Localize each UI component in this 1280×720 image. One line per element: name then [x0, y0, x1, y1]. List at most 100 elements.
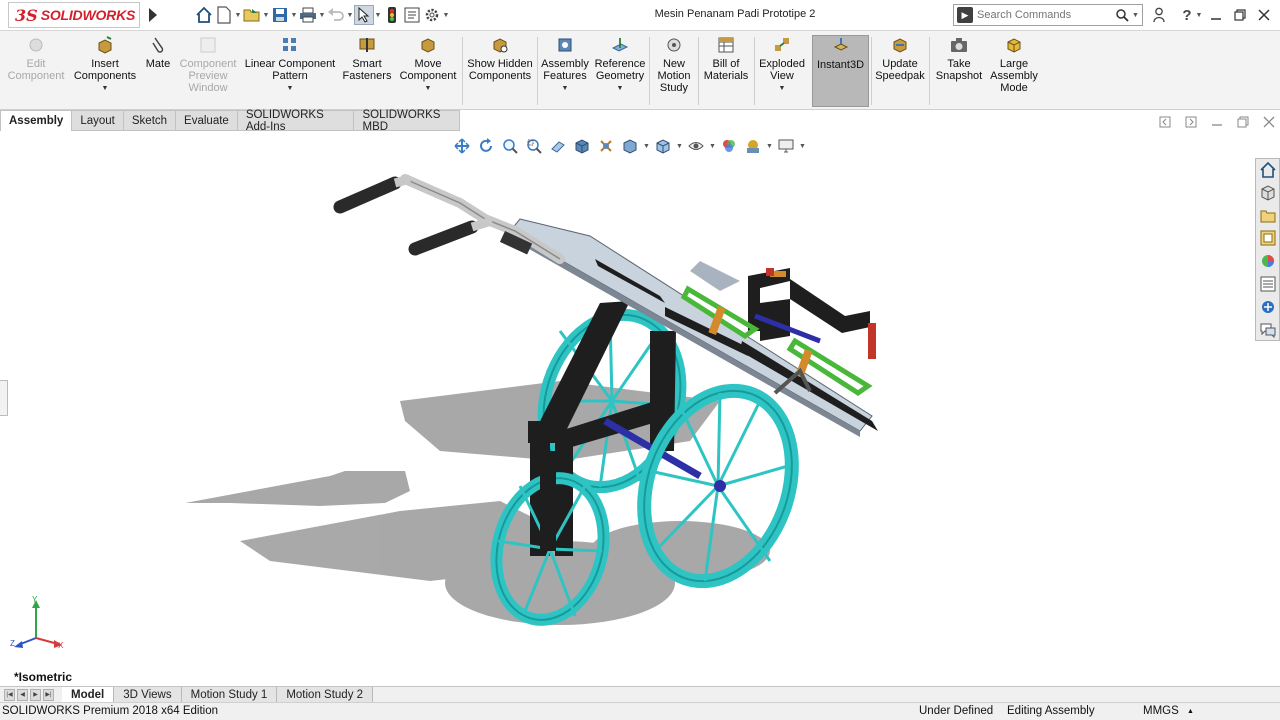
previous-view-icon[interactable]	[522, 135, 546, 157]
tab-solidworks-mbd[interactable]: SOLIDWORKS MBD	[354, 109, 460, 133]
dynamic-annotation-icon[interactable]	[594, 135, 618, 157]
view-palette-icon[interactable]	[1256, 227, 1279, 249]
view-orientation-icon[interactable]	[651, 135, 675, 157]
rotate-view-icon[interactable]	[474, 135, 498, 157]
update-speedpak-button[interactable]: Update Speedpak	[873, 35, 927, 107]
help-icon[interactable]: ?	[1180, 7, 1194, 24]
3dexperience-chat-icon[interactable]	[1256, 319, 1279, 341]
insert-components-button[interactable]: Insert Components ▼	[70, 35, 140, 107]
open-dropdown-icon[interactable]: ▼	[262, 12, 270, 19]
close-icon[interactable]	[1252, 9, 1276, 21]
doc-restore-icon[interactable]	[1230, 116, 1256, 128]
help-dropdown-icon[interactable]: ▼	[1194, 12, 1204, 19]
view-orientation-cube-icon[interactable]	[570, 135, 594, 157]
insert-components-dropdown-icon[interactable]: ▼	[102, 83, 109, 95]
show-hidden-components-button[interactable]: Show Hidden Components	[465, 35, 535, 107]
tab-layout[interactable]: Layout	[72, 110, 124, 131]
appearances-scenes-icon[interactable]	[1256, 250, 1279, 272]
tab-motion-study-1[interactable]: Motion Study 1	[181, 687, 278, 702]
previous-tab-icon[interactable]: ◀	[17, 688, 28, 701]
tab-3d-views[interactable]: 3D Views	[114, 687, 182, 702]
new-dropdown-icon[interactable]: ▼	[234, 12, 242, 19]
smart-fasteners-button[interactable]: Smart Fasteners	[340, 35, 394, 107]
options-gear-icon[interactable]	[422, 5, 442, 25]
options-dropdown-icon[interactable]: ▼	[442, 12, 450, 19]
minimize-icon[interactable]	[1204, 9, 1228, 21]
tab-model[interactable]: Model	[62, 687, 115, 702]
select-arrow-icon[interactable]	[354, 5, 374, 25]
component-preview-window-button[interactable]: Component Preview Window	[176, 35, 240, 107]
hide-show-dropdown-icon[interactable]: ▼	[708, 143, 717, 150]
search-commands-box[interactable]: ▶ ▼	[953, 4, 1143, 26]
instant3d-button[interactable]: Instant3D	[812, 35, 869, 107]
assembly-features-dropdown-icon[interactable]: ▼	[562, 83, 569, 95]
print-icon[interactable]	[298, 5, 318, 25]
zoom-area-icon[interactable]	[498, 135, 522, 157]
apply-scene-dropdown-icon[interactable]: ▼	[765, 143, 774, 150]
save-dropdown-icon[interactable]: ▼	[290, 12, 298, 19]
select-dropdown-icon[interactable]: ▼	[374, 12, 382, 19]
move-component-dropdown-icon[interactable]: ▼	[425, 83, 432, 95]
undo-dropdown-icon[interactable]: ▼	[346, 12, 354, 19]
rebuild-traffic-light-icon[interactable]	[382, 5, 402, 25]
tile-right-icon[interactable]	[1178, 116, 1204, 128]
view-orientation-dropdown-icon[interactable]: ▼	[675, 143, 684, 150]
large-assembly-mode-button[interactable]: Large Assembly Mode	[988, 35, 1040, 107]
mate-button[interactable]: Mate	[142, 35, 174, 107]
search-input[interactable]	[977, 9, 1112, 21]
bill-of-materials-button[interactable]: Bill of Materials	[700, 35, 752, 107]
display-style-icon[interactable]	[618, 135, 642, 157]
assembly-features-button[interactable]: Assembly Features ▼	[538, 35, 592, 107]
tab-assembly[interactable]: Assembly	[0, 110, 73, 131]
user-icon[interactable]	[1150, 7, 1168, 23]
solidworks-forum-icon[interactable]	[1256, 296, 1279, 318]
tile-left-icon[interactable]	[1152, 116, 1178, 128]
feature-manager-collapse-handle[interactable]	[0, 380, 8, 416]
last-tab-icon[interactable]: ▶|	[43, 688, 54, 701]
tab-motion-study-2[interactable]: Motion Study 2	[277, 687, 374, 702]
menu-expand-arrow-icon[interactable]	[149, 8, 157, 22]
linear-component-pattern-button[interactable]: Linear Component Pattern ▼	[242, 35, 338, 107]
display-style-dropdown-icon[interactable]: ▼	[642, 143, 651, 150]
view-settings-monitor-icon[interactable]	[774, 135, 798, 157]
design-library-icon[interactable]	[1256, 182, 1279, 204]
exploded-view-dropdown-icon[interactable]: ▼	[779, 83, 786, 95]
print-dropdown-icon[interactable]: ▼	[318, 12, 326, 19]
solidworks-logo[interactable]: 3S SOLIDWORKS	[8, 2, 140, 28]
status-units[interactable]: MMGS	[1143, 705, 1179, 717]
first-tab-icon[interactable]: |◀	[4, 688, 15, 701]
reference-geometry-dropdown-icon[interactable]: ▼	[617, 83, 624, 95]
custom-properties-icon[interactable]	[1256, 273, 1279, 295]
search-dropdown-icon[interactable]: ▼	[1132, 12, 1142, 19]
linear-pattern-dropdown-icon[interactable]: ▼	[287, 83, 294, 95]
move-component-button[interactable]: Move Component ▼	[396, 35, 460, 107]
undo-icon[interactable]	[326, 5, 346, 25]
assembly-model[interactable]	[0, 131, 1254, 686]
exploded-view-button[interactable]: Exploded View ▼	[756, 35, 808, 107]
view-settings-dropdown-icon[interactable]: ▼	[798, 143, 807, 150]
tab-solidworks-add-ins[interactable]: SOLIDWORKS Add-Ins	[237, 109, 355, 133]
doc-close-icon[interactable]	[1256, 116, 1280, 128]
restore-icon[interactable]	[1228, 9, 1252, 21]
save-icon[interactable]	[270, 5, 290, 25]
zoom-to-fit-icon[interactable]	[450, 135, 474, 157]
home-icon[interactable]	[194, 5, 214, 25]
take-snapshot-button[interactable]: Take Snapshot	[932, 35, 986, 107]
solidworks-resources-home-icon[interactable]	[1256, 159, 1279, 181]
edit-appearance-icon[interactable]	[717, 135, 741, 157]
apply-scene-icon[interactable]	[741, 135, 765, 157]
file-explorer-icon[interactable]	[1256, 205, 1279, 227]
new-document-icon[interactable]	[214, 5, 234, 25]
hide-show-items-icon[interactable]	[684, 135, 708, 157]
file-properties-icon[interactable]	[402, 5, 422, 25]
next-tab-icon[interactable]: ▶	[30, 688, 41, 701]
units-dropdown-icon[interactable]: ▲	[1187, 708, 1194, 715]
open-folder-icon[interactable]	[242, 5, 262, 25]
section-view-icon[interactable]	[546, 135, 570, 157]
graphics-viewport[interactable]	[0, 131, 1254, 686]
reference-geometry-button[interactable]: Reference Geometry ▼	[593, 35, 647, 107]
tab-sketch[interactable]: Sketch	[123, 110, 177, 131]
doc-minimize-icon[interactable]	[1204, 116, 1230, 128]
edit-component-button[interactable]: Edit Component	[4, 35, 68, 107]
tab-evaluate[interactable]: Evaluate	[176, 110, 238, 131]
